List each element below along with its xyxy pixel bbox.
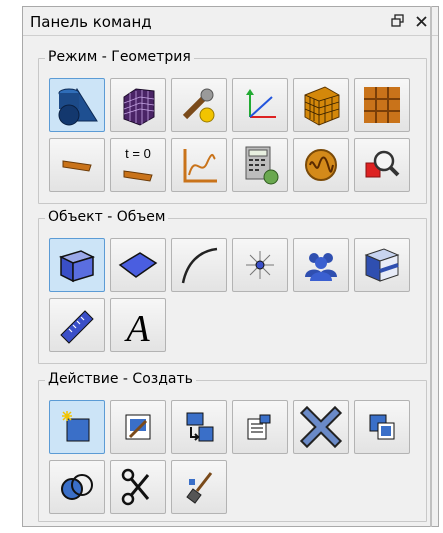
inspect-icon — [365, 150, 400, 178]
group-label: Действие - Создать — [45, 371, 196, 387]
tools-mode-icon — [182, 88, 215, 123]
volume-button[interactable] — [49, 238, 105, 292]
group-label: Объект - Объем — [45, 209, 169, 225]
create-icon — [62, 411, 90, 442]
coordinate-system-button[interactable] — [232, 78, 288, 132]
group-icon — [305, 253, 337, 281]
edit-button[interactable] — [110, 400, 166, 454]
intersect-icon — [61, 474, 93, 500]
surface-button[interactable] — [110, 238, 166, 292]
measure-icon — [60, 310, 94, 344]
t-zero-label: t = 0 — [125, 146, 151, 161]
coordinate-system-icon — [246, 89, 276, 118]
volume-icon — [58, 250, 96, 283]
measure-button[interactable] — [49, 298, 105, 352]
mesh-mode-icon — [123, 88, 155, 126]
calculator-icon — [245, 146, 279, 185]
initial-state-button[interactable] — [49, 138, 105, 192]
properties-button[interactable] — [232, 400, 288, 454]
mesh-cube-icon — [304, 86, 340, 126]
properties-icon — [247, 414, 271, 440]
close-icon[interactable] — [412, 12, 430, 30]
graph-icon — [183, 149, 217, 183]
curve-button[interactable] — [171, 238, 227, 292]
oscillation-button[interactable] — [293, 138, 349, 192]
calculator-button[interactable] — [232, 138, 288, 192]
point-button[interactable] — [232, 238, 288, 292]
inspect-button[interactable] — [354, 138, 410, 192]
initial-state-icon — [62, 160, 92, 172]
grid-button[interactable] — [354, 78, 410, 132]
oscillation-icon — [305, 149, 337, 181]
graph-button[interactable] — [171, 138, 227, 192]
group-button[interactable] — [293, 238, 349, 292]
clean-button[interactable] — [171, 460, 227, 514]
cut-icon — [121, 468, 150, 506]
point-icon — [246, 251, 274, 279]
font-a-label: A — [123, 308, 150, 347]
create-button[interactable] — [49, 400, 105, 454]
cut-button[interactable] — [110, 460, 166, 514]
group-action-create: Действие - Создать — [38, 371, 427, 522]
geometry-mode-icon — [58, 87, 98, 126]
time-zero-icon: t = 0 — [123, 146, 153, 182]
text-button[interactable]: A — [110, 298, 166, 352]
panel-title: Панель команд — [30, 13, 152, 31]
clean-icon — [186, 472, 213, 504]
delete-button[interactable] — [293, 400, 349, 454]
grid-icon — [364, 87, 400, 123]
edit-icon — [125, 414, 151, 440]
delete-icon — [299, 405, 343, 449]
group-mode-geometry: Режим - Геометрия t = 0 — [38, 49, 427, 204]
text-icon: A — [123, 308, 150, 347]
group-label: Режим - Геометрия — [45, 49, 194, 65]
panel-titlebar[interactable]: Панель команд — [23, 7, 438, 36]
command-panel: Панель команд Режим - Геометрия t = 0 Об… — [22, 6, 439, 527]
mesh-mode-button[interactable] — [110, 78, 166, 132]
group-object-volume: Объект - Объем A — [38, 209, 427, 364]
curve-icon — [181, 247, 218, 284]
copy-button[interactable] — [171, 400, 227, 454]
copy-icon — [186, 412, 214, 442]
solid-box-icon — [364, 248, 400, 282]
surface-icon — [118, 252, 158, 278]
time-zero-button[interactable]: t = 0 — [110, 138, 166, 192]
solid-box-button[interactable] — [354, 238, 410, 292]
intersect-button[interactable] — [49, 460, 105, 514]
restore-icon[interactable] — [389, 12, 407, 30]
duplicate-icon — [369, 414, 395, 440]
geometry-mode-button[interactable] — [49, 78, 105, 132]
mesh-cube-button[interactable] — [293, 78, 349, 132]
duplicate-button[interactable] — [354, 400, 410, 454]
panel-resize-edge[interactable] — [430, 6, 432, 527]
tools-mode-button[interactable] — [171, 78, 227, 132]
